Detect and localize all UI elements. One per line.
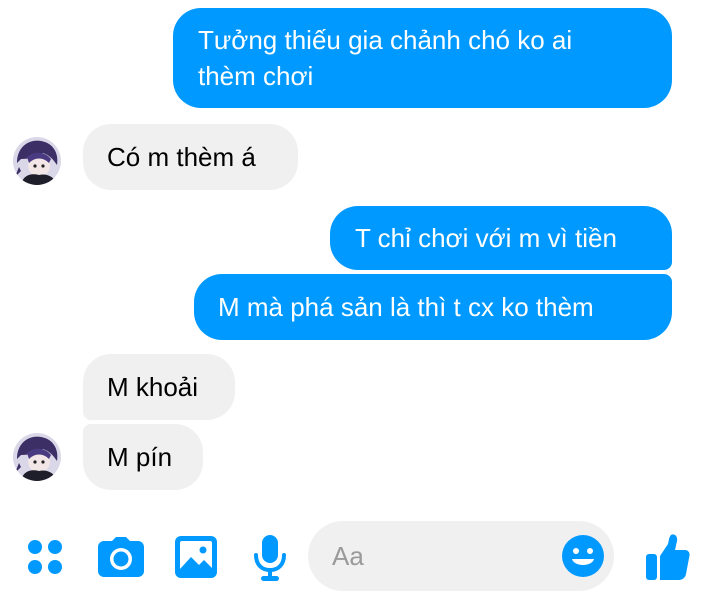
camera-icon[interactable] — [98, 537, 144, 582]
message-text: M mà phá sản là thì t cx ko thèm — [218, 292, 594, 322]
message-text: M khoải — [107, 372, 199, 402]
message-input[interactable]: Aa — [308, 521, 614, 591]
message-text: M pín — [107, 442, 173, 472]
avatar-image — [13, 433, 61, 481]
message-text-line: Tưởng thiếu gia chảnh chó ko ai — [198, 25, 573, 55]
message-text: Có m thèm á — [107, 142, 256, 172]
menu-dots-icon[interactable] — [26, 538, 64, 581]
outgoing-message[interactable]: M mà phá sản là thì t cx ko thèm — [194, 274, 672, 340]
incoming-message[interactable]: M khoải — [83, 354, 235, 420]
incoming-message[interactable]: M pín — [83, 424, 203, 490]
thumbs-up-icon[interactable] — [646, 534, 690, 585]
message-input-placeholder: Aa — [332, 541, 364, 571]
outgoing-message[interactable]: T chỉ chơi với m vì tiền — [330, 206, 672, 270]
microphone-icon[interactable] — [253, 535, 287, 586]
outgoing-message[interactable]: Tưởng thiếu gia chảnh chó ko ai thèm chơ… — [173, 8, 672, 108]
message-text-line: thèm chơi — [198, 61, 314, 91]
avatar-image — [13, 137, 61, 185]
incoming-message[interactable]: Có m thèm á — [83, 124, 298, 190]
emoji-icon[interactable] — [562, 535, 604, 582]
contact-avatar[interactable] — [13, 433, 61, 481]
gallery-icon[interactable] — [175, 536, 217, 583]
message-text: T chỉ chơi với m vì tiền — [355, 223, 617, 253]
contact-avatar[interactable] — [13, 137, 61, 185]
